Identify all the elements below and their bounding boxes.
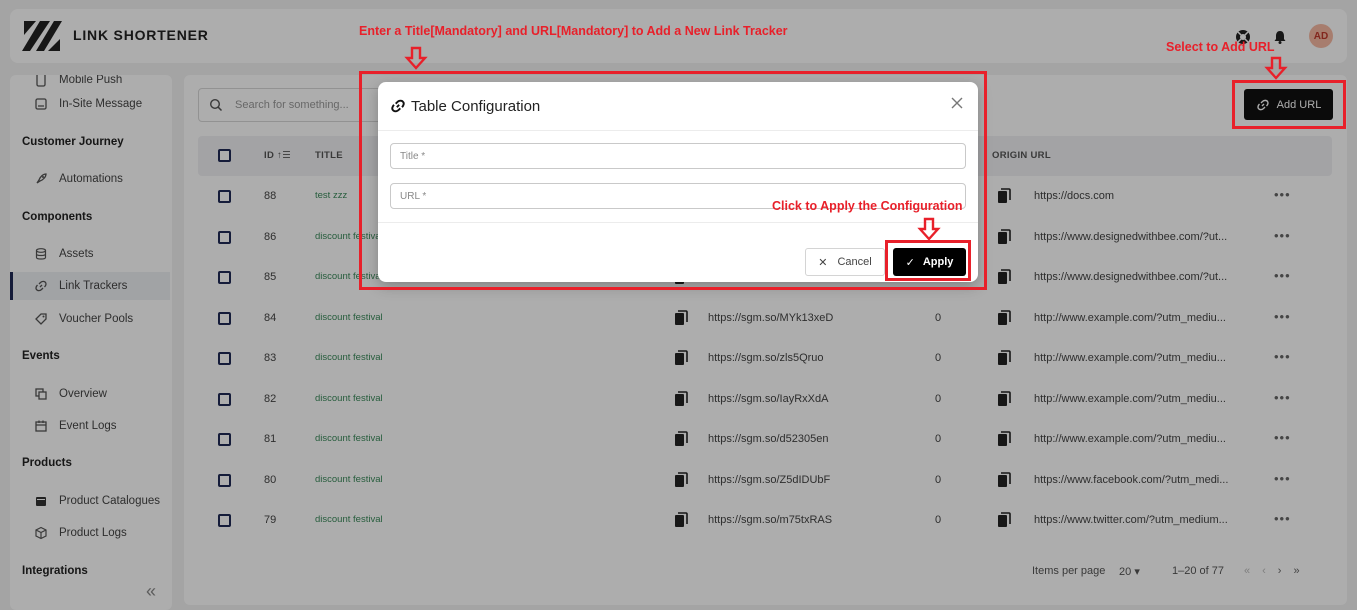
arrow-down-icon bbox=[1264, 56, 1288, 80]
annotation-enter-title: Enter a Title[Mandatory] and URL[Mandato… bbox=[359, 24, 788, 38]
arrow-down-icon bbox=[917, 217, 941, 241]
annotation-add-url-box bbox=[1232, 80, 1346, 129]
annotation-apply-box bbox=[885, 240, 971, 281]
arrow-down-icon bbox=[404, 46, 428, 70]
annotation-select-add: Select to Add URL bbox=[1166, 40, 1275, 54]
annotation-apply-hint: Click to Apply the Configuration bbox=[772, 199, 963, 213]
